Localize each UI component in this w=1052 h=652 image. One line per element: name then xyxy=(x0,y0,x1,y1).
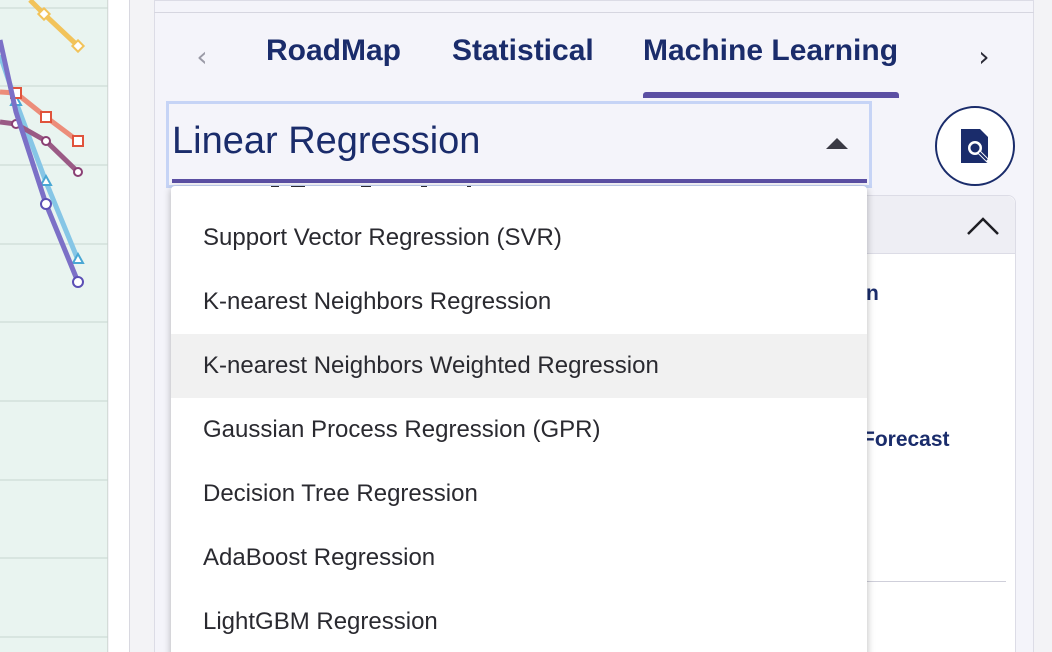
card-divider xyxy=(862,581,1006,582)
dropdown-option-svr[interactable]: Support Vector Regression (SVR) xyxy=(171,206,867,270)
panel-top-border xyxy=(154,12,1034,13)
dropdown-option-adaboost[interactable]: AdaBoost Regression xyxy=(171,526,867,590)
model-select-underline xyxy=(172,179,867,183)
card-forecast-text: Forecast xyxy=(862,428,950,451)
dropdown-option-gpr[interactable]: Gaussian Process Regression (GPR) xyxy=(171,398,867,462)
dropdown-option-decision-tree[interactable]: Decision Tree Regression xyxy=(171,462,867,526)
tab-roadmap[interactable]: RoadMap xyxy=(266,30,401,96)
dropdown-option-knn-weighted[interactable]: K-nearest Neighbors Weighted Regression xyxy=(171,334,867,398)
tab-statistical[interactable]: Statistical xyxy=(452,30,594,96)
dropdown-scrolled-item xyxy=(271,186,471,190)
caret-up-icon[interactable] xyxy=(826,138,848,149)
chevron-left-icon[interactable]: ‹ xyxy=(190,40,214,74)
search-document-icon xyxy=(961,129,990,163)
model-select-value: Linear Regression xyxy=(172,120,481,162)
dropdown-option-knn[interactable]: K-nearest Neighbors Regression xyxy=(171,270,867,334)
chart-panel xyxy=(0,0,108,652)
panel-gap xyxy=(109,0,129,652)
line-chart xyxy=(0,0,108,638)
series-point-red xyxy=(40,111,52,123)
series-point-maroon xyxy=(41,136,51,146)
search-button[interactable] xyxy=(935,106,1015,186)
series-point-maroon xyxy=(73,167,83,177)
panel-divider xyxy=(129,0,130,652)
active-tab-indicator xyxy=(643,92,899,98)
page: ‹ RoadMap Statistical Machine Learning ›… xyxy=(0,0,1052,652)
chevron-up-icon[interactable] xyxy=(966,216,1000,236)
dropdown-option-lightgbm[interactable]: LightGBM Regression xyxy=(171,590,867,652)
series-point-red xyxy=(72,135,84,147)
series-point-violet xyxy=(40,198,52,210)
card-partial-text: n xyxy=(866,282,879,305)
model-dropdown-list: Support Vector Regression (SVR) K-neares… xyxy=(171,186,867,652)
results-card xyxy=(860,195,1016,652)
tab-machine-learning[interactable]: Machine Learning xyxy=(643,30,898,96)
chevron-right-icon[interactable]: › xyxy=(972,40,996,74)
series-point-violet xyxy=(72,276,84,288)
series-line-yellow xyxy=(28,0,80,48)
